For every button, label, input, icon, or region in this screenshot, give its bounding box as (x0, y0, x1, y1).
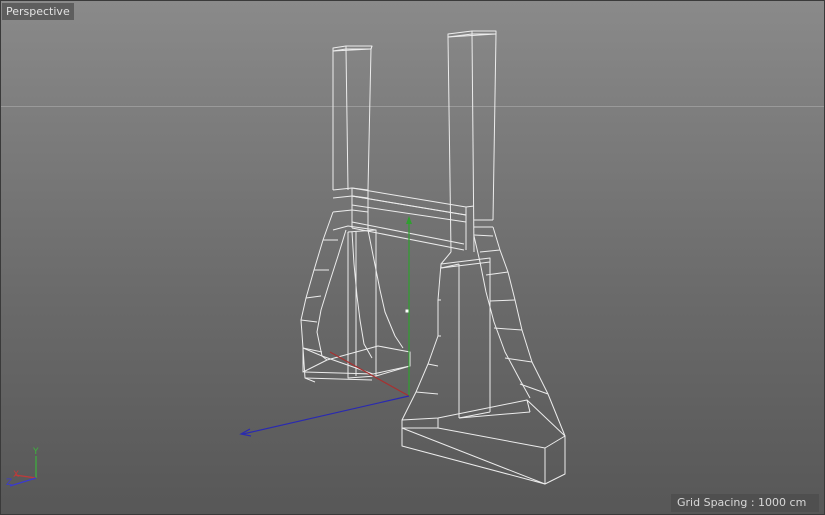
right-foot[interactable] (401, 226, 566, 485)
perspective-viewport[interactable]: Perspective Y X Z Grid Spacing : 1000 cm (0, 0, 825, 515)
move-gizmo-icon[interactable] (239, 216, 412, 437)
gizmo-y-arrowhead[interactable] (406, 216, 412, 224)
left-foot[interactable] (300, 211, 411, 383)
world-axis-z-label: Z (6, 478, 12, 488)
gizmo-x-axis[interactable] (329, 351, 410, 397)
gizmo-center-handle[interactable] (405, 309, 409, 313)
wireframe-model[interactable] (300, 30, 566, 485)
world-axis-x-label: X (13, 470, 19, 480)
axis-triad-icon: Y X Z (6, 447, 39, 488)
right-pillar[interactable] (447, 30, 497, 253)
view-name-label[interactable]: Perspective (2, 3, 74, 20)
grid-spacing-readout: Grid Spacing : 1000 cm (671, 494, 819, 512)
wireframe-scene[interactable] (0, 0, 825, 515)
world-axis-y-label: Y (32, 447, 39, 457)
gizmo-z-axis[interactable] (242, 395, 410, 435)
